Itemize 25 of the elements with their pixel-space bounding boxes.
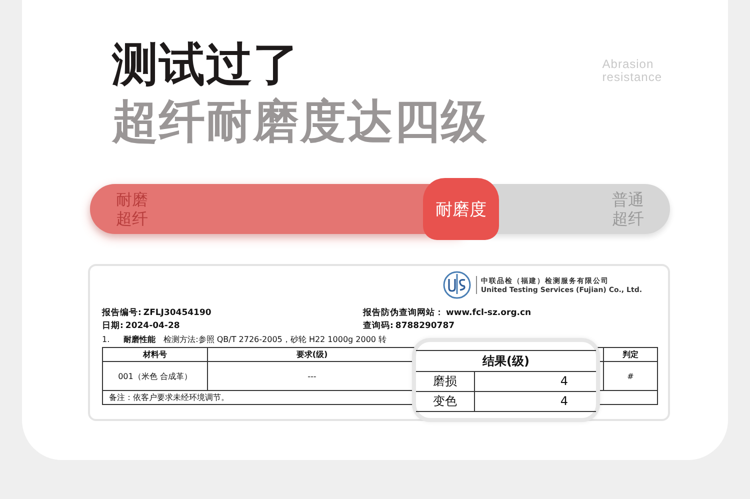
table-cell-text: 4 [559,373,569,390]
slider-thumb: 耐磨度 [423,178,500,240]
table-cell: 磨损 [416,372,475,391]
column-header: 判定 [604,348,658,362]
section-title: 耐磨性能 [124,334,156,346]
field-label: 报告防伪查询网站： [363,307,444,320]
subheadline: 超纤耐磨度达四级 [112,93,488,150]
field-value: 2024-04-28 [125,320,180,333]
column-header: 要求(级) [208,348,416,362]
field-label: 日期: [102,320,124,333]
bar-label: 普通 超纤 [612,190,644,228]
table-cell: 变色 [416,392,475,411]
field-value: www.fcl-sz.org.cn [446,307,532,320]
field-label: 报告编号: [102,307,142,320]
table-cell: 001（米色 合成革） [102,362,208,390]
column-header: 材料号 [102,348,208,362]
headline: 测试过了 [112,36,301,92]
table-cell: # [604,362,658,390]
bar-label: 耐磨 超纤 [116,190,148,228]
field-value: ZFLJ30454190 [143,307,212,320]
field-value: 8788290787 [395,320,455,333]
field-label: 查询码: [363,320,394,333]
column-header: 结果(级) [416,350,596,372]
section-number: 1. [102,334,110,346]
test-method: 检测方法:参照 QB/T 2726-2005，砂轮 H22 1000g 2000 转 [164,334,387,346]
